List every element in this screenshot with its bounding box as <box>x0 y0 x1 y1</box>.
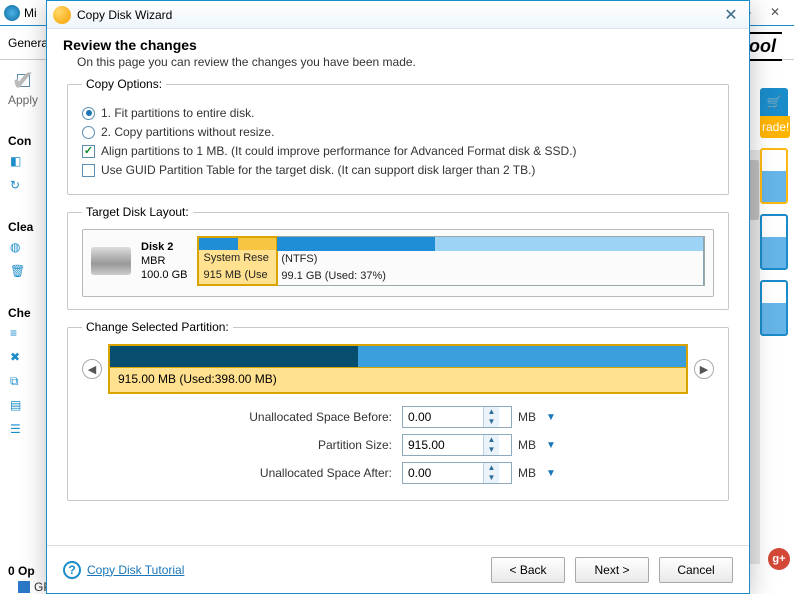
radio-icon[interactable] <box>82 107 95 120</box>
target-disk-layout-group: Target Disk Layout: Disk 2 MBR 100.0 GB … <box>67 205 729 310</box>
rail-icon[interactable]: ✖ <box>10 350 28 368</box>
rail-icon[interactable]: ☰ <box>10 422 28 440</box>
partition-sublabel: 915 MB (Use <box>199 267 276 284</box>
next-button[interactable]: Next > <box>575 557 649 583</box>
google-plus-icon[interactable]: g+ <box>768 548 790 570</box>
next-partition-button[interactable]: ▶ <box>694 359 714 379</box>
disk-size: 100.0 GB <box>141 268 187 282</box>
help-icon: ? <box>63 561 81 579</box>
close-icon[interactable]: ✕ <box>719 5 743 25</box>
partition-bar: System Rese 915 MB (Use (NTFS) 99.1 GB (… <box>197 236 705 286</box>
disk-layout-row: Disk 2 MBR 100.0 GB System Rese 915 MB (… <box>82 229 714 297</box>
upgrade-badge[interactable]: rade! <box>760 116 790 138</box>
disk-thumbnail[interactable] <box>760 214 788 270</box>
dialog-header: Review the changes On this page you can … <box>47 29 749 75</box>
disk-thumbnail[interactable] <box>760 280 788 336</box>
bg-right-rail: 🛒 rade! <box>760 88 790 564</box>
rail-icon[interactable]: ⧉ <box>10 374 28 392</box>
check-icon: ✔ <box>17 74 30 87</box>
bg-title-text: Mi <box>24 6 37 20</box>
disk-thumbnail[interactable] <box>760 148 788 204</box>
unalloc-after-input[interactable]: ▲▼ <box>402 462 512 484</box>
partition-sublabel: 99.1 GB (Used: 37%) <box>277 268 703 285</box>
change-partition-group: Change Selected Partition: ◀ 915.00 MB (… <box>67 320 729 501</box>
copy-without-resize-radio-row[interactable]: 2. Copy partitions without resize. <box>82 125 714 139</box>
spin-down-icon[interactable]: ▼ <box>484 445 499 455</box>
partition-size-field[interactable] <box>403 435 483 455</box>
dialog-footer: ? Copy Disk Tutorial < Back Next > Cance… <box>47 545 749 593</box>
tutorial-link[interactable]: Copy Disk Tutorial <box>87 563 184 577</box>
rail-icon[interactable]: ↻ <box>10 178 28 196</box>
rail-icon[interactable]: ◧ <box>10 154 28 172</box>
spin-up-icon[interactable]: ▲ <box>484 463 499 473</box>
unit-dropdown-icon[interactable]: ▼ <box>542 440 560 451</box>
dialog-body: Copy Options: 1. Fit partitions to entir… <box>47 75 749 545</box>
unalloc-before-input[interactable]: ▲▼ <box>402 406 512 428</box>
unalloc-after-field[interactable] <box>403 463 483 483</box>
page-subheading: On this page you can review the changes … <box>63 55 729 69</box>
disk-icon <box>91 247 131 275</box>
dialog-title: Copy Disk Wizard <box>77 8 172 22</box>
legend-swatch <box>18 581 30 593</box>
bg-close-button[interactable]: ✕ <box>760 3 790 23</box>
disk-style: MBR <box>141 254 187 268</box>
bg-apply-label: Apply <box>8 93 38 107</box>
partition-size-input[interactable]: ▲▼ <box>402 434 512 456</box>
copy-without-resize-label: 2. Copy partitions without resize. <box>101 125 274 139</box>
copy-options-group: Copy Options: 1. Fit partitions to entir… <box>67 77 729 195</box>
partition-label: (NTFS) <box>277 251 703 268</box>
bg-app-icon <box>4 5 20 21</box>
unit-label: MB <box>512 466 542 480</box>
prev-partition-button[interactable]: ◀ <box>82 359 102 379</box>
bg-apply-control: ✔ Apply <box>8 74 38 107</box>
selected-partition-bar[interactable]: 915.00 MB (Used:398.00 MB) <box>108 344 688 394</box>
cart-icon[interactable]: 🛒 <box>760 88 788 116</box>
bg-toolbar-tab[interactable]: Genera <box>8 36 48 50</box>
rail-icon[interactable]: ◍ <box>10 240 28 258</box>
cancel-button[interactable]: Cancel <box>659 557 733 583</box>
radio-icon[interactable] <box>82 126 95 139</box>
guid-check-row[interactable]: Use GUID Partition Table for the target … <box>82 163 714 177</box>
unalloc-before-label: Unallocated Space Before: <box>82 410 402 424</box>
wizard-icon <box>53 6 71 24</box>
dialog-titlebar[interactable]: Copy Disk Wizard ✕ <box>47 1 749 29</box>
unalloc-before-field[interactable] <box>403 407 483 427</box>
rail-icon[interactable]: 🗑 <box>10 264 28 282</box>
unalloc-after-label: Unallocated Space After: <box>82 466 402 480</box>
copy-options-legend: Copy Options: <box>82 77 166 91</box>
change-partition-legend: Change Selected Partition: <box>82 320 233 334</box>
back-button[interactable]: < Back <box>491 557 565 583</box>
bg-operations-count: 0 Op <box>8 564 35 578</box>
rail-icon[interactable]: ≡ <box>10 326 28 344</box>
partition-label: System Rese <box>199 250 276 267</box>
spin-up-icon[interactable]: ▲ <box>484 435 499 445</box>
page-heading: Review the changes <box>63 37 729 53</box>
guid-label: Use GUID Partition Table for the target … <box>101 163 535 177</box>
spin-up-icon[interactable]: ▲ <box>484 407 499 417</box>
fit-partitions-label: 1. Fit partitions to entire disk. <box>101 106 254 120</box>
fit-partitions-radio-row[interactable]: 1. Fit partitions to entire disk. <box>82 106 714 120</box>
unit-dropdown-icon[interactable]: ▼ <box>542 468 560 479</box>
align-partitions-label: Align partitions to 1 MB. (It could impr… <box>101 144 577 158</box>
unit-label: MB <box>512 438 542 452</box>
unit-dropdown-icon[interactable]: ▼ <box>542 412 560 423</box>
checkbox-icon[interactable] <box>82 164 95 177</box>
rail-icon[interactable]: ▤ <box>10 398 28 416</box>
disk-name: Disk 2 <box>141 240 187 254</box>
selected-partition-text: 915.00 MB (Used:398.00 MB) <box>110 368 686 390</box>
spin-down-icon[interactable]: ▼ <box>484 473 499 483</box>
target-layout-legend: Target Disk Layout: <box>82 205 193 219</box>
tutorial-link-area: ? Copy Disk Tutorial <box>63 561 184 579</box>
copy-disk-wizard-dialog: Copy Disk Wizard ✕ Review the changes On… <box>46 0 750 594</box>
partition-system-reserved[interactable]: System Rese 915 MB (Use <box>197 236 278 286</box>
checkbox-icon[interactable] <box>82 145 95 158</box>
partition-size-label: Partition Size: <box>82 438 402 452</box>
unit-label: MB <box>512 410 542 424</box>
align-partitions-check-row[interactable]: Align partitions to 1 MB. (It could impr… <box>82 144 714 158</box>
disk-info: Disk 2 MBR 100.0 GB <box>141 240 187 282</box>
spin-down-icon[interactable]: ▼ <box>484 417 499 427</box>
partition-ntfs[interactable]: (NTFS) 99.1 GB (Used: 37%) <box>277 237 704 285</box>
